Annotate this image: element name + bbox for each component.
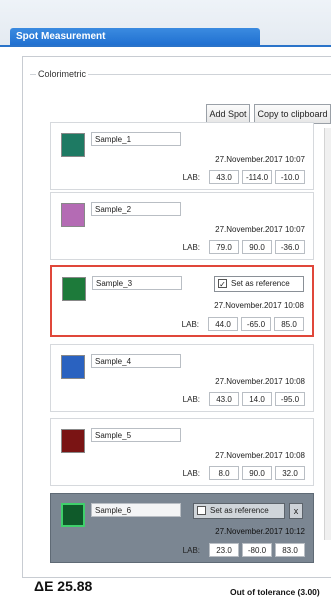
lab-a-value: 90.0 (242, 240, 272, 254)
color-swatch (61, 503, 85, 527)
sample-name-field[interactable]: Sample_4 (91, 354, 181, 368)
lab-l-value: 43.0 (209, 170, 239, 184)
timestamp: 27.November.2017 10:07 (215, 225, 305, 234)
sample-card-3[interactable]: Sample_3 ✓ Set as reference 27.November.… (50, 265, 314, 337)
lab-row: LAB: 8.0 90.0 32.0 (183, 466, 305, 480)
lab-b-value: -10.0 (275, 170, 305, 184)
sample-name-field[interactable]: Sample_2 (91, 202, 181, 216)
lab-b-value: -95.0 (275, 392, 305, 406)
color-swatch (61, 203, 85, 227)
color-swatch (61, 429, 85, 453)
vertical-scrollbar[interactable] (324, 128, 331, 540)
sample-card-1[interactable]: Sample_1 27.November.2017 10:07 LAB: 43.… (50, 122, 314, 190)
color-swatch (62, 277, 86, 301)
copy-to-clipboard-button[interactable]: Copy to clipboard (254, 104, 331, 124)
tolerance-status: Out of tolerance (3.00) (230, 587, 320, 597)
checkbox-checked-icon[interactable]: ✓ (218, 279, 227, 289)
lab-row: LAB: 23.0 -80.0 83.0 (183, 543, 305, 557)
lab-label: LAB: (181, 319, 199, 329)
tab-underline (0, 45, 331, 47)
lab-label: LAB: (182, 242, 200, 252)
timestamp: 27.November.2017 10:08 (215, 451, 305, 460)
lab-label: LAB: (182, 172, 200, 182)
lab-row: LAB: 79.0 90.0 -36.0 (183, 240, 305, 254)
lab-label: LAB: (182, 545, 200, 555)
sample-name-field[interactable]: Sample_1 (91, 132, 181, 146)
lab-l-value: 23.0 (209, 543, 239, 557)
timestamp: 27.November.2017 10:07 (215, 155, 305, 164)
sample-card-5[interactable]: Sample_5 27.November.2017 10:08 LAB: 8.0… (50, 418, 314, 486)
lab-b-value: -36.0 (275, 240, 305, 254)
delta-e-value: ΔE 25.88 (34, 578, 93, 594)
timestamp: 27.November.2017 10:12 (215, 527, 305, 536)
lab-row: LAB: 44.0 -65.0 85.0 (182, 317, 304, 331)
timestamp: 27.November.2017 10:08 (215, 377, 305, 386)
sample-card-2[interactable]: Sample_2 27.November.2017 10:07 LAB: 79.… (50, 192, 314, 260)
sample-card-6[interactable]: Sample_6 Set as reference x 27.November.… (50, 493, 314, 563)
sample-name-field[interactable]: Sample_6 (91, 503, 181, 517)
add-spot-button[interactable]: Add Spot (206, 104, 250, 124)
lab-b-value: 85.0 (274, 317, 304, 331)
color-swatch (61, 355, 85, 379)
lab-b-value: 32.0 (275, 466, 305, 480)
lab-row: LAB: 43.0 14.0 -95.0 (183, 392, 305, 406)
timestamp: 27.November.2017 10:08 (214, 301, 304, 310)
lab-l-value: 79.0 (209, 240, 239, 254)
lab-a-value: -114.0 (242, 170, 272, 184)
lab-a-value: 14.0 (242, 392, 272, 406)
checkbox-unchecked-icon[interactable] (197, 506, 206, 515)
lab-l-value: 43.0 (209, 392, 239, 406)
lab-l-value: 44.0 (208, 317, 238, 331)
lab-label: LAB: (182, 394, 200, 404)
reference-label: Set as reference (210, 506, 269, 515)
sample-name-field[interactable]: Sample_5 (91, 428, 181, 442)
set-as-reference-checkbox[interactable]: Set as reference (193, 503, 285, 519)
lab-a-value: -80.0 (242, 543, 272, 557)
lab-b-value: 83.0 (275, 543, 305, 557)
group-label-colorimetric: Colorimetric (36, 69, 89, 79)
lab-row: LAB: 43.0 -114.0 -10.0 (183, 170, 305, 184)
color-swatch (61, 133, 85, 157)
close-icon[interactable]: x (289, 503, 303, 519)
sample-name-field[interactable]: Sample_3 (92, 276, 182, 290)
lab-label: LAB: (182, 468, 200, 478)
sample-card-4[interactable]: Sample_4 27.November.2017 10:08 LAB: 43.… (50, 344, 314, 412)
reference-label: Set as reference (231, 279, 290, 288)
set-as-reference-checkbox[interactable]: ✓ Set as reference (214, 276, 304, 292)
lab-l-value: 8.0 (209, 466, 239, 480)
lab-a-value: 90.0 (242, 466, 272, 480)
tab-spot-measurement[interactable]: Spot Measurement (10, 28, 260, 46)
lab-a-value: -65.0 (241, 317, 271, 331)
